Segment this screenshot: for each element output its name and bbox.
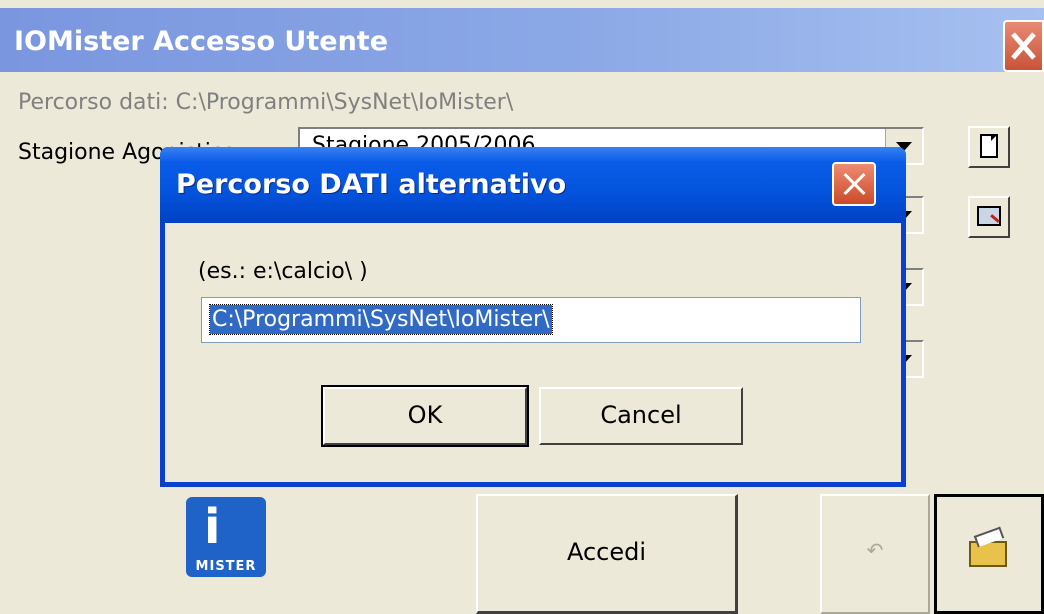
data-path-label: Percorso dati: C:\Programmi\SysNet\IoMis… [18,90,514,115]
dialog-title: Percorso DATI alternativo [176,169,567,200]
ok-button[interactable]: OK [321,385,529,447]
open-button[interactable] [934,494,1044,614]
open-folder-icon [969,541,1007,567]
close-icon [1011,32,1036,60]
main-close-button[interactable] [1003,20,1044,72]
main-window-title: IOMister Accesso Utente [14,26,389,57]
new-button[interactable] [968,126,1010,168]
undo-icon: ↶ [866,540,884,562]
alt-path-dialog: Percorso DATI alternativo (es.: e:\calci… [160,147,906,487]
accedi-button-label: Accedi [566,538,647,566]
new-document-icon [980,134,998,158]
alt-path-input-value: C:\Programmi\SysNet\IoMister\ [209,304,553,335]
dialog-close-button[interactable] [832,162,876,206]
accedi-button[interactable]: Accedi [476,494,738,614]
mister-logo-icon: i MISTER [186,497,266,577]
undo-button[interactable]: ↶ [820,494,930,614]
dialog-titlebar[interactable]: Percorso DATI alternativo [160,147,906,223]
preview-button[interactable] [968,196,1010,238]
print-preview-icon [977,206,1001,226]
cancel-button[interactable]: Cancel [539,387,743,445]
main-titlebar[interactable]: IOMister Accesso Utente [0,8,1044,72]
dialog-hint: (es.: e:\calcio\ ) [198,259,368,284]
alt-path-input[interactable]: C:\Programmi\SysNet\IoMister\ [201,297,861,343]
